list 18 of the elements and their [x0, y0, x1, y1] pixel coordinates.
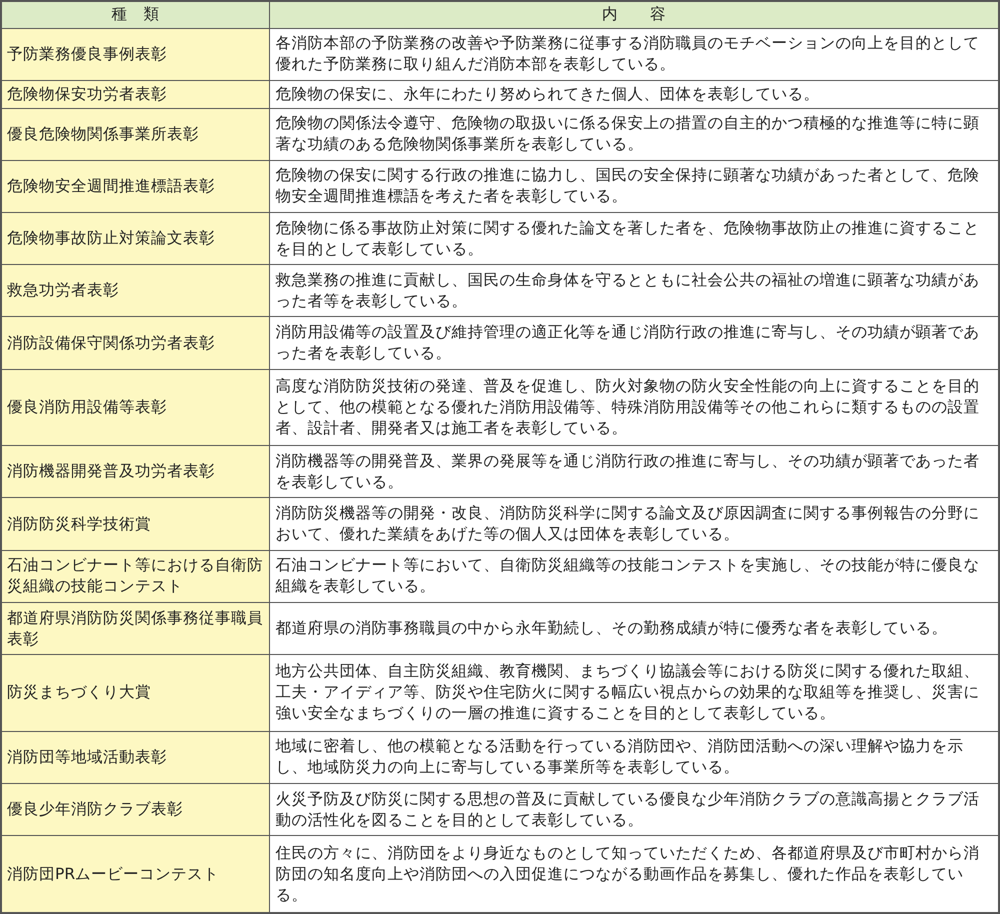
column-header: 種 類 [1, 1, 269, 28]
table-cell: 予防業務優良事例表彰 [1, 28, 269, 80]
column-header: 内 容 [269, 1, 999, 28]
table-cell: 危険物事故防止対策論文表彰 [1, 212, 269, 265]
table-cell: 優良危険物関係事業所表彰 [1, 108, 269, 160]
table-cell: 防災まちづくり大賞 [1, 654, 269, 732]
table-cell: 都道府県消防防災関係事務従事職員表彰 [1, 602, 269, 655]
table-cell: 危険物保安功労者表彰 [1, 80, 269, 108]
table-cell: 消防機器開発普及功労者表彰 [1, 446, 269, 498]
table-cell: 消防防災科学技術賞 [1, 498, 269, 550]
table-cell: 優良消防用設備等表彰 [1, 369, 269, 446]
table-cell: 救急功労者表彰 [1, 264, 269, 317]
table-cell: 優良少年消防クラブ表彰 [1, 783, 269, 836]
table-cell: 石油コンビナート等における自衛防災組織の技能コンテスト [1, 550, 269, 602]
table-cell: 消防団等地域活動表彰 [1, 731, 269, 784]
table-cell: 消防団PRムービーコンテスト [1, 836, 269, 913]
table-cell: 危険物安全週間推進標語表彰 [1, 160, 269, 212]
table-cell: 消防設備保守関係功労者表彰 [1, 316, 269, 370]
